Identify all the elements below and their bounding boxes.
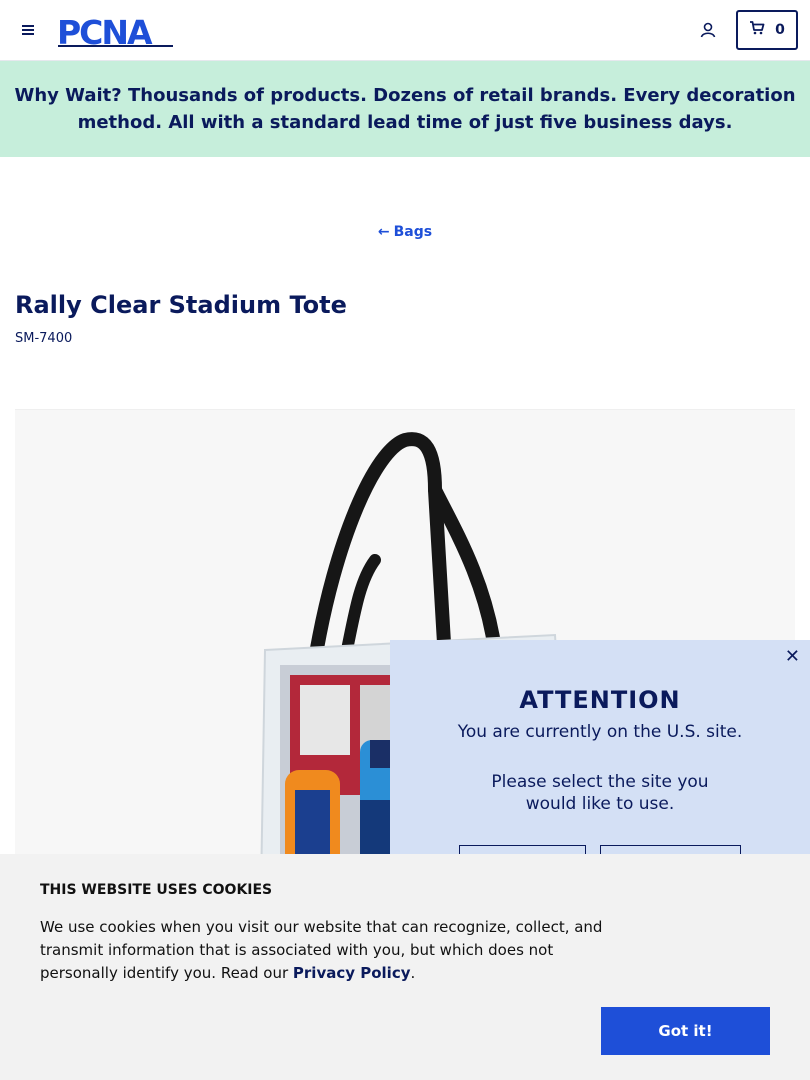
promo-body: Thousands of products. Dozens of retail …	[77, 85, 796, 133]
cart-count: 0	[775, 22, 785, 38]
cart-icon	[749, 20, 765, 40]
close-icon[interactable]: ✕	[785, 646, 800, 667]
attention-message: You are currently on the U.S. site.	[457, 722, 743, 742]
product-title: Rally Clear Stadium Tote	[15, 291, 347, 319]
cookie-text-end: .	[410, 964, 416, 982]
arrow-left-icon: ←	[377, 224, 390, 240]
site-header: PCNA 0	[0, 0, 810, 61]
cookie-banner: THIS WEBSITE USES COOKIES We use cookies…	[0, 854, 810, 1080]
logo-text: PCNA	[57, 14, 153, 48]
user-icon[interactable]	[697, 19, 719, 41]
back-link-label: Bags	[393, 224, 433, 240]
privacy-policy-link[interactable]: Privacy Policy	[293, 964, 411, 982]
cookie-title: THIS WEBSITE USES COOKIES	[40, 882, 273, 898]
promo-lead: Why Wait?	[14, 85, 122, 106]
got-it-button[interactable]: Got it!	[601, 1007, 770, 1055]
promo-banner: Why Wait? Thousands of products. Dozens …	[0, 61, 810, 157]
hamburger-icon[interactable]	[18, 20, 38, 40]
product-sku: SM-7400	[15, 331, 73, 346]
cookie-text: We use cookies when you visit our websit…	[40, 916, 620, 985]
pcna-logo[interactable]: PCNA	[57, 13, 177, 52]
back-to-bags-link[interactable]: ← Bags	[0, 224, 810, 240]
attention-select-text: Please select the site you would like to…	[491, 772, 709, 814]
cart-button[interactable]: 0	[736, 10, 798, 50]
promo-text: Why Wait? Thousands of products. Dozens …	[14, 82, 796, 136]
attention-title: ATTENTION	[519, 686, 681, 714]
